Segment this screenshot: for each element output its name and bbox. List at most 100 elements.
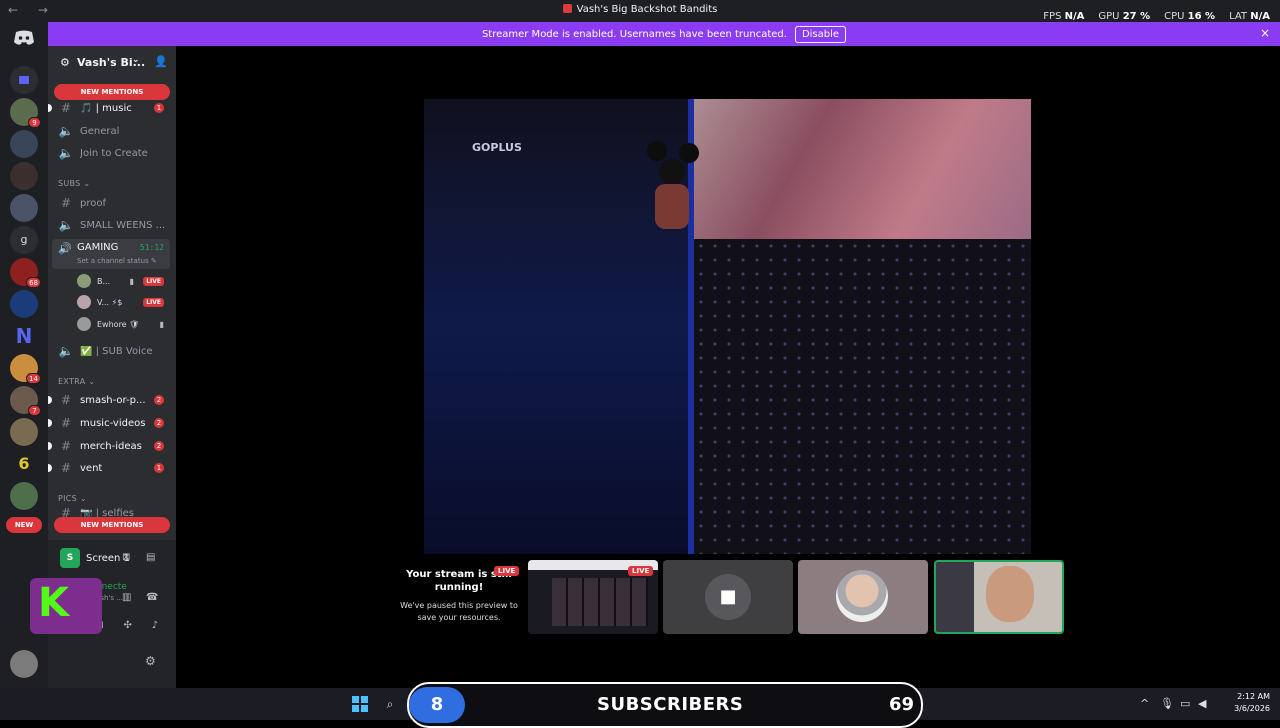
plush-ear [679,143,699,163]
user-avatar[interactable] [10,650,38,678]
stream-thumbnail-4[interactable] [934,560,1064,634]
server-header[interactable]: ⚙ Vash's Bi... ⌄ 👤 [48,46,176,78]
channel-join-to-create[interactable]: 🔈 Join to Create [54,143,170,163]
voice-user[interactable]: B... ▮ LIVE [77,272,170,290]
channel-status[interactable]: Set a channel status ✎ [77,257,157,265]
fps-stat: FPS N/A [1043,11,1084,22]
server-icon-11[interactable] [10,418,38,446]
server-icon-9[interactable]: 14 [10,354,41,384]
stream-thumbnail-3[interactable] [798,560,928,634]
soundboard-icon[interactable]: ♪ [152,620,158,631]
channel-small-weens[interactable]: 🔈 SMALL WEENS ... [54,215,170,235]
server-icon-1[interactable]: 9 [10,98,41,128]
close-icon[interactable]: × [1260,26,1270,40]
streamer-mode-banner: Streamer Mode is enabled. Usernames have… [48,22,1280,46]
channel-proof[interactable]: # proof [54,193,170,213]
mention-badge: 2 [154,418,164,428]
thumbnail-content [552,578,648,626]
channel-smash-or-pass[interactable]: # smash-or-p... 2 [48,390,170,410]
live-badge: LIVE [494,566,520,576]
server-icon-13[interactable] [10,482,38,510]
channel-label: Join to Create [80,147,148,159]
server-icon-n[interactable]: N [10,322,38,350]
server-icon-12[interactable]: 6 [10,450,38,478]
channel-sub-voice[interactable]: 🔈 ✅ | SUB Voice [54,341,170,361]
live-badge: LIVE [628,566,654,576]
server-icon-2[interactable] [10,130,38,158]
server-icon-4[interactable] [10,194,38,222]
voice-user[interactable]: V... ⚡$ LIVE [77,293,170,311]
mention-badge: 2 [154,441,164,451]
category-pics[interactable]: PICS ⌄ [58,494,87,503]
kick-letter: K [38,580,69,626]
activities-icon[interactable]: ✣ [123,620,131,631]
window-title-text: Vash's Big Backshot Bandits [576,4,718,15]
category-subs[interactable]: SUBS ⌄ [58,179,90,188]
title-bar: ← → Vash's Big Backshot Bandits FPS N/A … [0,0,1280,22]
server-badge: 7 [28,405,41,416]
chevron-up-icon[interactable]: ^ [1140,697,1149,710]
channel-general[interactable]: 🔈 General [54,121,170,141]
subscribers-label: SUBSCRIBERS [597,694,744,715]
category-extra[interactable]: EXTRA ⌄ [58,377,95,386]
avatar [77,317,91,331]
camera-icon: ▮ [159,319,164,329]
network-icon[interactable]: ▭ [1180,697,1190,710]
server-icon [562,4,572,13]
clock-time: 2:12 AM [1237,692,1270,701]
channel-gaming[interactable]: 🔊 GAMING 51:12 Set a channel status ✎ [52,239,170,269]
stream-settings-icon[interactable]: ▤ [146,552,155,563]
participant-avatar [836,570,888,622]
popout-icon[interactable]: ⊠ [122,552,130,563]
hash-icon: # [60,196,72,210]
channel-label: music-videos [80,417,146,429]
server-badge: 9 [28,117,41,128]
clock[interactable]: 2:12 AM 3/6/2026 [1234,691,1270,715]
server-badge: 68 [26,277,41,288]
channel-label: SMALL WEENS ... [80,219,166,231]
kick-logo: K [30,578,102,634]
server-icon-10[interactable]: 7 [10,386,41,416]
server-icon-7[interactable] [10,290,38,318]
server-icon-3[interactable] [10,162,38,190]
channel-label: proof [80,197,106,209]
hash-icon: # [60,439,72,453]
disconnect-icon[interactable]: ☎ [146,592,158,603]
channel-vent[interactable]: # vent 1 [48,458,170,478]
perf-stats: FPS N/A GPU 27 % CPU 16 % LAT N/A [1043,11,1270,22]
folder-icon[interactable] [10,66,38,94]
plush-toy [639,139,699,239]
windows-start-icon[interactable] [352,696,368,712]
stream-paused-notice: Your stream is still running! We've paus… [398,568,520,624]
stream-video[interactable]: GOPLUS [424,99,1031,554]
channel-label: vent [80,462,103,474]
volume-icon[interactable]: ◀ [1198,697,1206,710]
disable-button[interactable]: Disable [794,25,847,43]
paused-subtitle: We've paused this preview to save your r… [400,601,518,622]
channel-merch-ideas[interactable]: # merch-ideas 2 [48,436,170,456]
stream-thumbnail-2[interactable]: ■ [663,560,793,634]
channel-label: ✅ | SUB Voice [80,345,153,357]
noise-suppression-icon[interactable]: ▥ [122,592,131,603]
chair-brand: GOPLUS [472,141,522,154]
channel-music[interactable]: # 🎵 | music 1 [48,98,170,118]
channel-music-videos[interactable]: # music-videos 2 [48,413,170,433]
gear-icon[interactable]: ⚙ [145,654,156,668]
new-pill[interactable]: NEW [6,517,42,533]
search-icon[interactable]: ⌕ [382,696,398,712]
hash-icon: # [60,416,72,430]
gpu-label: GPU [1098,11,1120,22]
new-mentions-bottom[interactable]: NEW MENTIONS [54,517,170,533]
voice-user[interactable]: Ewhore 🛡 ▮ [77,315,170,333]
add-member-icon[interactable]: 👤 [154,55,168,68]
lat-stat: LAT N/A [1229,11,1270,22]
screen-share-label[interactable]: S Screen 1 [60,548,130,568]
server-icon-6[interactable]: 68 [10,258,41,288]
server-icon-g[interactable]: g [10,226,38,254]
microphone-icon[interactable]: 🎙 [1160,697,1174,710]
discord-logo-icon[interactable] [13,30,35,46]
camera-icon: ▮ [129,276,134,286]
plush-body [655,184,689,229]
cpu-label: CPU [1164,11,1185,22]
subscriber-goal-count: 8 [409,687,465,723]
